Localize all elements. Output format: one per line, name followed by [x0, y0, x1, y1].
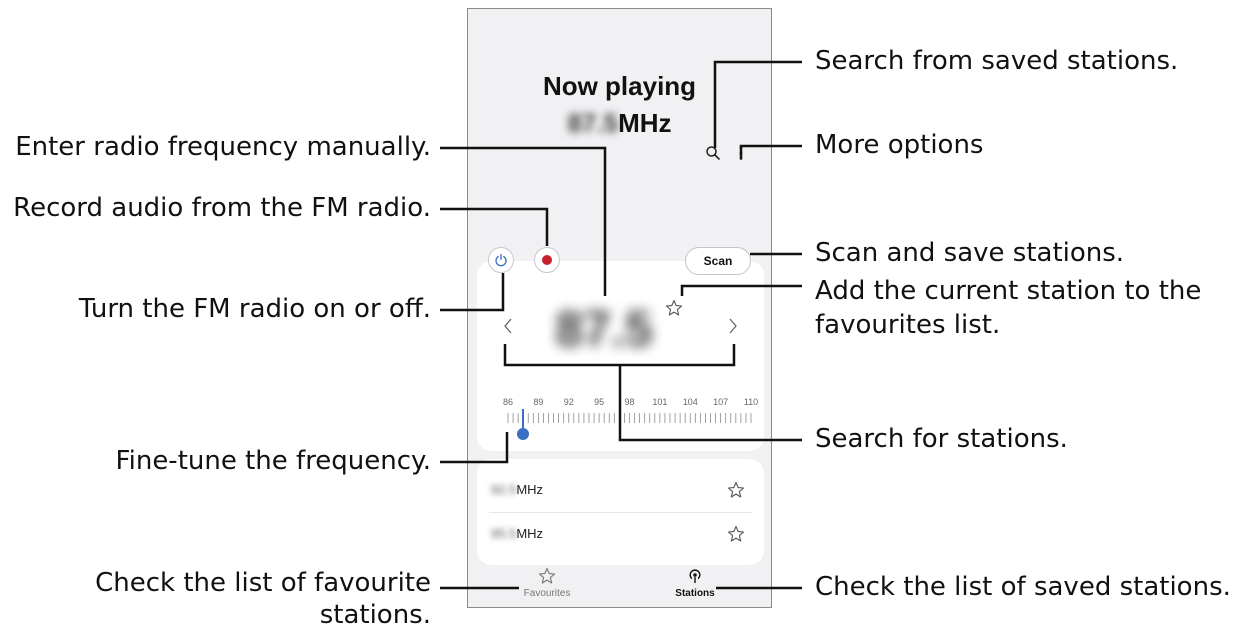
annotation-toggle-radio: Turn the FM radio on or off.	[78, 294, 431, 324]
callout-record	[440, 207, 549, 246]
annotation-check-favourites-line2: stations.	[319, 600, 431, 630]
annotation-check-saved: Check the list of saved stations.	[815, 572, 1231, 602]
callout-search-bracket	[503, 344, 736, 367]
annotation-check-favourites-line1: Check the list of favourite	[95, 568, 431, 598]
callout-enter-frequency	[440, 146, 607, 296]
callout-add-favourite	[680, 284, 802, 296]
annotation-add-favourite-line1: Add the current station to the	[815, 276, 1202, 306]
callout-fine-tune	[440, 432, 509, 464]
annotation-fine-tune: Fine-tune the frequency.	[115, 446, 431, 476]
annotation-more-options: More options	[815, 130, 984, 160]
annotation-scan-save: Scan and save stations.	[815, 238, 1125, 268]
callout-more-options	[739, 144, 802, 158]
annotation-record-audio: Record audio from the FM radio.	[13, 193, 431, 223]
annotation-add-favourite-line2: favourites list.	[815, 310, 1001, 340]
annotation-search-stations: Search for stations.	[815, 424, 1068, 454]
callout-search-stations	[618, 365, 802, 442]
callout-search-saved	[713, 60, 802, 148]
annotation-search-saved: Search from saved stations.	[815, 46, 1179, 76]
callout-power	[440, 273, 505, 312]
annotation-enter-frequency: Enter radio frequency manually.	[15, 132, 431, 162]
